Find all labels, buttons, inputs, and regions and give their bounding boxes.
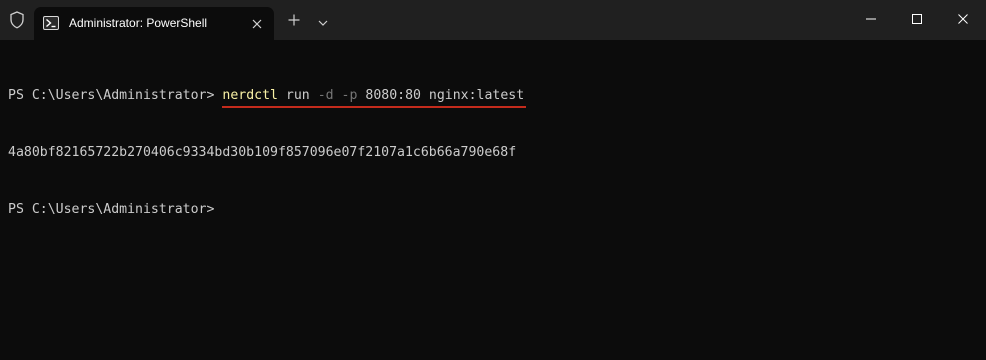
close-icon [958, 11, 968, 29]
prompt: PS C:\Users\Administrator> [8, 202, 215, 217]
new-tab-button[interactable] [282, 10, 306, 34]
tab-powershell[interactable]: Administrator: PowerShell [34, 7, 274, 40]
container-id-output: 4a80bf82165722b270406c9334bd30b109f85709… [8, 145, 517, 160]
plus-icon [288, 13, 300, 31]
prompt: PS C:\Users\Administrator> [8, 88, 223, 103]
maximize-button[interactable] [894, 0, 940, 40]
minimize-button[interactable] [848, 0, 894, 40]
chevron-down-icon [318, 13, 328, 31]
close-window-button[interactable] [940, 0, 986, 40]
terminal-output[interactable]: PS C:\Users\Administrator> nerdctl run -… [8, 48, 978, 257]
command-flag-d: -d [317, 88, 334, 103]
minimize-icon [866, 11, 876, 29]
command-flag-p: -p [341, 88, 358, 103]
terminal-line: PS C:\Users\Administrator> nerdctl run -… [8, 86, 978, 108]
tab-title: Administrator: PowerShell [69, 16, 208, 30]
terminal-window: Administrator: PowerShell PS C:\Users\Ad… [0, 0, 986, 360]
terminal-line: 4a80bf82165722b270406c9334bd30b109f85709… [8, 143, 978, 162]
command-ports: 8080:80 [365, 88, 421, 103]
highlighted-command: nerdctl run -d -p 8080:80 nginx:latest [222, 86, 527, 108]
tab-dropdown-button[interactable] [312, 10, 334, 34]
powershell-icon [43, 15, 59, 31]
command-name: nerdctl [222, 88, 278, 103]
highlight-underline [222, 106, 527, 108]
maximize-icon [912, 11, 922, 29]
command-image: nginx:latest [428, 88, 525, 103]
title-bar[interactable]: Administrator: PowerShell [0, 0, 986, 40]
shield-icon [0, 0, 34, 40]
close-icon[interactable] [250, 17, 264, 31]
command-subcommand: run [285, 88, 310, 103]
terminal-line: PS C:\Users\Administrator> [8, 200, 978, 219]
